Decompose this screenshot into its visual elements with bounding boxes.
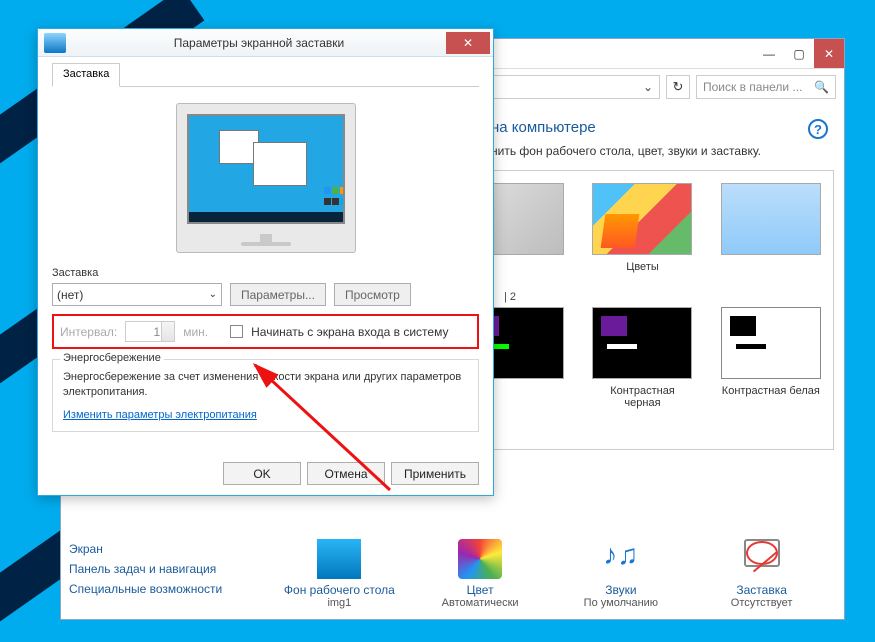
close-button[interactable]: ✕	[814, 39, 844, 68]
search-placeholder: Поиск в панели ...	[703, 80, 802, 94]
theme-item[interactable]	[491, 307, 564, 409]
theme-item-hc-black[interactable]: Контрастная черная	[592, 307, 692, 409]
highlighted-region: Интервал: 1 мин. Начинать с экрана входа…	[52, 314, 479, 349]
dialog-close-button[interactable]: ✕	[446, 32, 490, 54]
preview-button: Просмотр	[334, 283, 411, 306]
breadcrumb[interactable]: ⌄	[481, 75, 660, 99]
refresh-button[interactable]: ↻	[666, 75, 690, 99]
apply-button[interactable]: Применить	[391, 462, 479, 485]
energy-legend: Энергосбережение	[60, 352, 164, 364]
dialog-titlebar: Параметры экранной заставки ✕	[38, 29, 493, 57]
interval-label: Интервал:	[60, 325, 117, 339]
maximize-button[interactable]: ▢	[784, 39, 814, 68]
screensaver-section-label: Заставка	[52, 267, 479, 279]
cancel-button[interactable]: Отмена	[307, 462, 385, 485]
screensaver-combo[interactable]: (нет) ⌄	[52, 283, 222, 306]
power-settings-link[interactable]: Изменить параметры электропитания	[63, 409, 257, 421]
energy-fieldset: Энергосбережение Энергосбережение за сче…	[52, 359, 479, 432]
quick-desktop-background[interactable]: Фон рабочего стола img1	[279, 539, 399, 609]
interval-spinner[interactable]: 1	[125, 321, 175, 342]
screensaver-dialog: Параметры экранной заставки ✕ Заставка	[37, 28, 494, 496]
resume-login-label: Начинать с экрана входа в систему	[251, 325, 448, 339]
params-button: Параметры...	[230, 283, 326, 306]
chevron-down-icon: ⌄	[209, 289, 217, 300]
sidebar-link-accessibility[interactable]: Специальные возможности	[69, 579, 269, 599]
energy-text: Энергосбережение за счет изменения яркос…	[63, 370, 468, 401]
quick-sounds[interactable]: ♪♫ Звуки По умолчанию	[561, 539, 681, 609]
quick-screensaver[interactable]: Заставка Отсутствует	[702, 539, 822, 609]
sidebar-link-taskbar[interactable]: Панель задач и навигация	[69, 559, 269, 579]
resume-login-checkbox[interactable]	[230, 325, 243, 338]
tab-screensaver[interactable]: Заставка	[52, 63, 120, 87]
page-title: на компьютере	[491, 119, 834, 136]
dialog-title: Параметры экранной заставки	[72, 36, 446, 50]
sidebar-link-display[interactable]: Экран	[69, 539, 269, 559]
sidebar-links: Экран Панель задач и навигация Специальн…	[69, 539, 269, 609]
monitor-preview	[52, 87, 479, 267]
theme-item[interactable]	[491, 183, 564, 273]
interval-unit: мин.	[183, 325, 208, 339]
search-icon: 🔍	[814, 80, 829, 94]
page-subtitle: нить фон рабочего стола, цвет, звуки и з…	[491, 144, 834, 158]
theme-item[interactable]	[721, 183, 821, 273]
theme-item-hc-white[interactable]: Контрастная белая	[721, 307, 821, 409]
ok-button[interactable]: OK	[223, 462, 301, 485]
minimize-button[interactable]: —	[754, 39, 784, 68]
themes-panel: Цветы | 2 Контрастная черная Контрастная…	[491, 170, 834, 450]
dialog-icon	[44, 33, 66, 53]
search-input[interactable]: Поиск в панели ... 🔍	[696, 75, 836, 99]
tab-row: Заставка	[52, 63, 479, 87]
theme-item-flowers[interactable]: Цветы	[592, 183, 692, 273]
quick-color[interactable]: Цвет Автоматически	[420, 539, 540, 609]
themes-group-label: | 2	[504, 291, 821, 303]
help-icon[interactable]: ?	[808, 119, 828, 139]
